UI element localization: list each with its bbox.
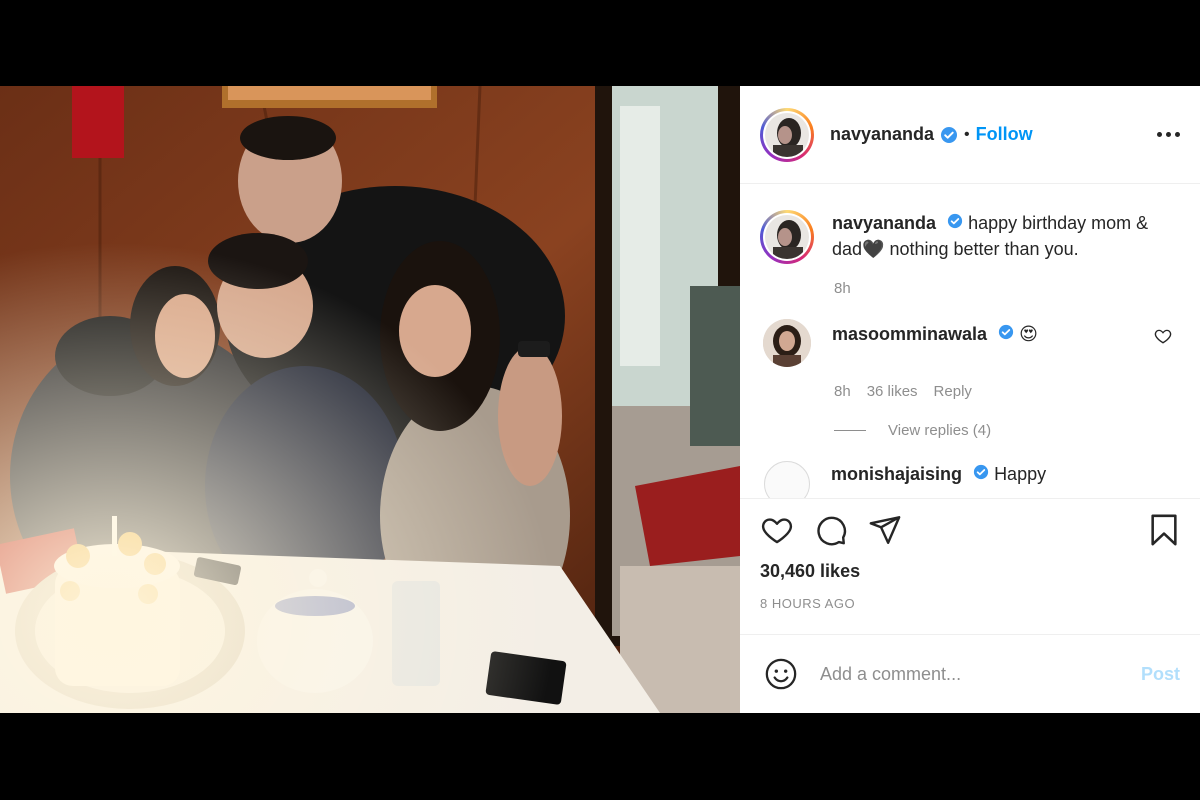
- comment-time: 8h: [834, 383, 851, 400]
- post-comment-button[interactable]: Post: [1141, 664, 1180, 685]
- author-username[interactable]: navyananda: [830, 124, 934, 145]
- comment-item: monishajaising Happy: [760, 461, 1180, 498]
- commenter-avatar[interactable]: [763, 319, 811, 367]
- comment-item: masoomminawala 😍: [760, 319, 1180, 367]
- verified-badge-icon: [998, 324, 1014, 340]
- follow-button[interactable]: Follow: [976, 124, 1033, 145]
- caption-avatar[interactable]: [760, 210, 814, 264]
- view-replies-label: View replies (4): [888, 422, 992, 439]
- post-side-panel: navyananda • Follow navyananda happy bir…: [740, 86, 1200, 713]
- post-actions: 30,460 likes 8 HOURS AGO: [740, 498, 1200, 634]
- author-avatar[interactable]: [760, 107, 814, 162]
- reply-button[interactable]: Reply: [934, 383, 972, 400]
- comment-input[interactable]: [820, 663, 1141, 685]
- comments-list[interactable]: navyananda happy birthday mom & dad🖤 not…: [740, 184, 1200, 498]
- add-comment-bar: Post: [740, 634, 1200, 713]
- commenter-username[interactable]: monishajaising: [831, 464, 962, 484]
- caption-row: navyananda happy birthday mom & dad🖤 not…: [760, 210, 1180, 264]
- comment-likes[interactable]: 36 likes: [867, 383, 918, 400]
- comment-icon[interactable]: [814, 513, 848, 547]
- photo-illustration: [0, 86, 740, 713]
- heart-icon[interactable]: [760, 513, 794, 547]
- commenter-username[interactable]: masoomminawala: [832, 324, 987, 344]
- action-bar: [760, 513, 1180, 547]
- comment-body: Happy: [994, 464, 1047, 484]
- comment-text: masoomminawala 😍: [832, 319, 1154, 347]
- bookmark-icon[interactable]: [1148, 513, 1180, 547]
- verified-badge-icon: [940, 126, 958, 144]
- caption-username[interactable]: navyananda: [832, 213, 936, 233]
- caption-time: 8h: [834, 280, 851, 297]
- post-timestamp: 8 HOURS AGO: [760, 596, 856, 611]
- likes-count[interactable]: 30,460 likes: [760, 561, 1180, 582]
- verified-badge-icon: [973, 464, 989, 480]
- author-avatar-image: [765, 112, 809, 157]
- verified-badge-icon: [947, 213, 963, 229]
- post-header: navyananda • Follow: [740, 86, 1200, 184]
- caption-meta: 8h: [834, 280, 1180, 297]
- share-icon[interactable]: [868, 513, 902, 547]
- caption-text: navyananda happy birthday mom & dad🖤 not…: [832, 210, 1172, 264]
- caption-avatar-image: [765, 215, 809, 259]
- comment-text: monishajaising Happy: [831, 461, 1046, 487]
- comment-body: 😍: [1019, 324, 1038, 344]
- comment-like-heart-icon[interactable]: [1154, 327, 1172, 350]
- more-options-icon[interactable]: [1157, 126, 1180, 143]
- comment-meta: 8h 36 likes Reply: [834, 383, 1180, 400]
- post-photo[interactable]: [0, 86, 740, 713]
- view-replies-button[interactable]: View replies (4): [834, 422, 1180, 439]
- emoji-icon[interactable]: [764, 657, 798, 691]
- replies-divider: [834, 430, 866, 431]
- header-separator: •: [964, 125, 970, 143]
- commenter-avatar[interactable]: [764, 461, 810, 498]
